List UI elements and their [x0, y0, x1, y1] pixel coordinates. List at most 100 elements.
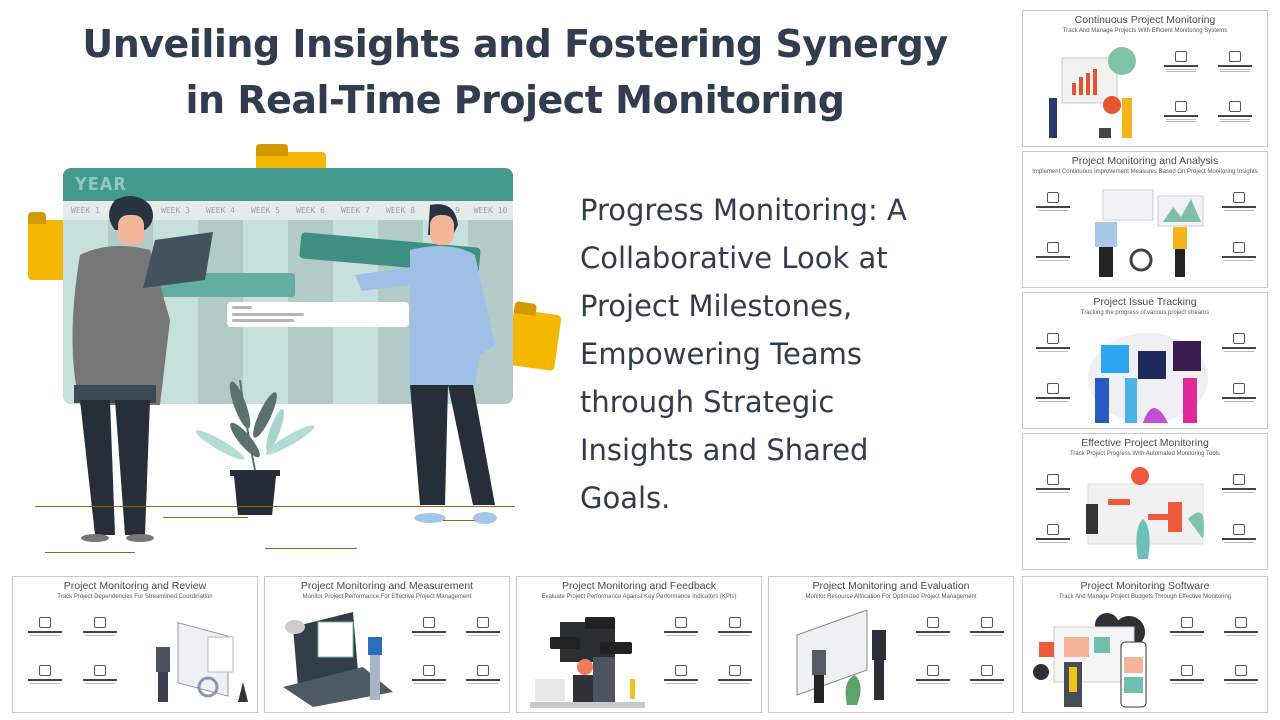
thumbnail-subtitle: Track Project Progress With Automated Mo…	[1069, 451, 1221, 457]
thumbnail-title: Project Issue Tracking	[1093, 296, 1197, 308]
feature-label	[970, 679, 1004, 681]
feature-item	[1031, 333, 1075, 353]
feature-description	[1038, 260, 1068, 261]
feature-label	[1218, 115, 1252, 117]
feature-description	[1172, 683, 1202, 684]
feature-description	[972, 635, 1002, 636]
feature-description	[1166, 71, 1196, 72]
feature-label	[1222, 256, 1256, 258]
thumbnail-project-issue-tracking[interactable]: Project Issue Tracking Tracking the prog…	[1022, 292, 1268, 429]
feature-label	[718, 679, 752, 681]
feature-label	[466, 679, 500, 681]
monitor-icon	[1175, 51, 1187, 62]
feature-label	[1170, 631, 1204, 633]
calendar-icon	[675, 617, 687, 628]
time-management-icon	[1235, 665, 1247, 676]
feature-item	[407, 665, 451, 685]
feature-item	[1217, 192, 1261, 212]
description-line: through Strategic	[580, 385, 835, 419]
feature-description	[1220, 119, 1250, 120]
thumbnail-subtitle: Tracking the progress of various project…	[1080, 310, 1210, 316]
thumbnail-subtitle: Monitor Project Performance For Effectiv…	[302, 594, 472, 600]
gauge-icon	[1233, 383, 1245, 394]
feature-description	[1224, 210, 1254, 211]
thumbnail-subtitle: Track And Manage Projects With Efficient…	[1062, 28, 1228, 34]
thumbnail-project-monitoring-and-measurement[interactable]: Project Monitoring and Measurement Monit…	[264, 576, 510, 713]
feature-label	[1222, 538, 1256, 540]
folder-icon	[506, 308, 562, 372]
feature-label	[718, 631, 752, 633]
thumbnail-subtitle: Implement Continuous Improvement Measure…	[1032, 169, 1258, 175]
feature-label	[1222, 488, 1256, 490]
feature-label	[1222, 206, 1256, 208]
feature-item	[713, 665, 757, 685]
analysis-icon	[729, 617, 741, 628]
description-line: Insights and Shared	[580, 433, 869, 467]
description-text: Progress Monitoring: A Collaborative Loo…	[580, 186, 980, 522]
feature-description	[1038, 542, 1068, 543]
feature-item	[1219, 665, 1263, 685]
feature-description	[1220, 71, 1250, 72]
gears-icon	[1233, 524, 1245, 535]
floor-line	[35, 506, 515, 507]
feature-item	[23, 617, 67, 637]
feature-description	[1166, 121, 1196, 122]
presentation-icon	[981, 665, 993, 676]
feature-description	[30, 683, 60, 684]
description-line: Progress Monitoring: A	[580, 193, 907, 227]
thumbnail-title: Project Monitoring and Analysis	[1071, 155, 1219, 167]
thumbnail-project-monitoring-and-review[interactable]: Project Monitoring and Review Track Proj…	[12, 576, 258, 713]
feature-description	[85, 635, 115, 636]
report-icon	[1047, 192, 1059, 203]
feature-item	[78, 665, 122, 685]
workflow-icon	[927, 665, 939, 676]
feature-label	[916, 631, 950, 633]
thumbnail-continuous-project-monitoring[interactable]: Continuous Project Monitoring Track And …	[1022, 10, 1268, 147]
feature-description	[1166, 119, 1196, 120]
feature-description	[1038, 401, 1068, 402]
feature-label	[1170, 679, 1204, 681]
feature-label	[1036, 256, 1070, 258]
chart-document-icon	[675, 665, 687, 676]
feature-description	[918, 683, 948, 684]
feature-description	[1038, 351, 1068, 352]
thumbnail-subtitle: Track Project Dependencies For Streamlin…	[57, 594, 213, 600]
feature-item	[1031, 474, 1075, 494]
thumbnail-project-monitoring-and-feedback[interactable]: Project Monitoring and Feedback Evaluate…	[516, 576, 762, 713]
feature-label	[970, 631, 1004, 633]
feature-description	[1224, 542, 1254, 543]
feature-description	[666, 635, 696, 636]
feature-item	[713, 617, 757, 637]
card-text-line	[232, 306, 252, 309]
team-allocation-icon	[39, 665, 51, 676]
main-title: Unveiling Insights and Fostering Synergy…	[20, 16, 1010, 128]
resource-allocation-icon	[927, 617, 939, 628]
thumbnail-effective-project-monitoring[interactable]: Effective Project Monitoring Track Proje…	[1022, 433, 1268, 570]
main-title-line-2: in Real-Time Project Monitoring	[185, 78, 845, 122]
feature-description	[1224, 351, 1254, 352]
thumbnail-title: Project Monitoring and Measurement	[300, 580, 474, 592]
feature-description	[1220, 121, 1250, 122]
thumbnail-project-monitoring-and-analysis[interactable]: Project Monitoring and Analysis Implemen…	[1022, 151, 1268, 288]
feature-label	[28, 679, 62, 681]
thumbnail-project-monitoring-and-evaluation[interactable]: Project Monitoring and Evaluation Monito…	[768, 576, 1014, 713]
feature-label	[1036, 347, 1070, 349]
feature-item	[965, 617, 1009, 637]
feature-item	[1165, 665, 1209, 685]
feature-description	[468, 635, 498, 636]
feature-item	[1159, 101, 1203, 123]
feature-label	[466, 631, 500, 633]
feature-label	[1224, 679, 1258, 681]
thumbnail-title: Project Monitoring and Feedback	[561, 580, 717, 592]
feature-description	[414, 683, 444, 684]
thumbnail-project-monitoring-software[interactable]: Project Monitoring Software Track And Ma…	[1022, 576, 1268, 713]
card-text-line	[232, 313, 304, 316]
feature-description	[1226, 683, 1256, 684]
feature-description	[1166, 69, 1196, 70]
person-pointing	[355, 204, 497, 524]
feature-item	[1031, 524, 1075, 544]
timeline-icon	[94, 665, 106, 676]
feature-item	[1165, 617, 1209, 637]
feature-description	[1224, 401, 1254, 402]
feature-item	[911, 617, 955, 637]
